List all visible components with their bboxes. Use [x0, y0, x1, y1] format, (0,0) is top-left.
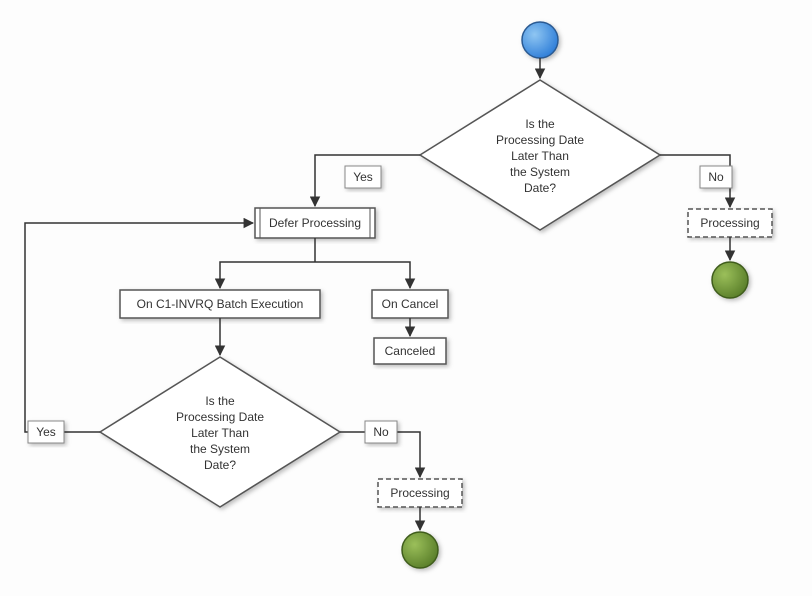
svg-text:No: No: [708, 170, 724, 184]
svg-text:Processing: Processing: [700, 216, 759, 230]
end-node-2: [402, 532, 438, 568]
decision2-line3: Later Than: [191, 426, 249, 440]
svg-text:Yes: Yes: [353, 170, 373, 184]
no-label-1: No: [700, 166, 732, 188]
processing-box-1: Processing: [688, 209, 772, 237]
processing-box-2: Processing: [378, 479, 462, 507]
svg-text:On Cancel: On Cancel: [382, 297, 439, 311]
svg-text:On C1-INVRQ Batch Execution: On C1-INVRQ Batch Execution: [137, 297, 304, 311]
canceled-box: Canceled: [374, 338, 446, 364]
svg-text:Yes: Yes: [36, 425, 56, 439]
decision2-line2: Processing Date: [176, 410, 264, 424]
decision1-line4: the System: [510, 165, 570, 179]
svg-text:Defer Processing: Defer Processing: [269, 216, 361, 230]
decision2-line5: Date?: [204, 458, 236, 472]
decision2-line4: the System: [190, 442, 250, 456]
yes-label-1: Yes: [345, 166, 381, 188]
decision1-line1: Is the: [525, 117, 555, 131]
decision-processing-date-1: Is the Processing Date Later Than the Sy…: [420, 80, 660, 230]
batch-execution-box: On C1-INVRQ Batch Execution: [120, 290, 320, 318]
decision2-line1: Is the: [205, 394, 235, 408]
no-label-2: No: [365, 421, 397, 443]
decision1-line2: Processing Date: [496, 133, 584, 147]
end-node-1: [712, 262, 748, 298]
svg-text:Canceled: Canceled: [385, 344, 436, 358]
start-node: [522, 22, 558, 58]
svg-text:No: No: [373, 425, 389, 439]
decision1-line5: Date?: [524, 181, 556, 195]
on-cancel-box: On Cancel: [372, 290, 448, 318]
decision-processing-date-2: Is the Processing Date Later Than the Sy…: [100, 357, 340, 507]
defer-processing-box: Defer Processing: [255, 208, 375, 238]
yes-label-2: Yes: [28, 421, 64, 443]
svg-text:Processing: Processing: [390, 486, 449, 500]
decision1-line3: Later Than: [511, 149, 569, 163]
